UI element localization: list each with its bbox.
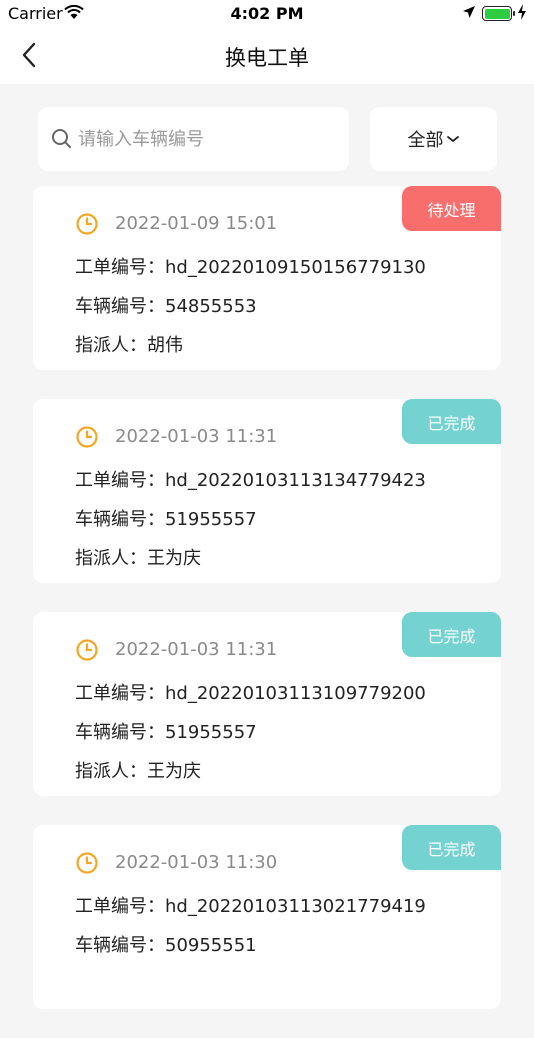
order-number: hd_20220103113109779200 [165,683,426,704]
order-time: 2022-01-03 11:31 [115,639,278,660]
order-card[interactable]: 已完成 2022-01-03 11:31 工单编号：hd_20220103113… [33,612,501,796]
assignee-row: 指派人：王为庆 [75,548,201,569]
filter-label: 全部 [407,130,444,151]
search-icon [52,129,71,148]
order-list: 待处理 2022-01-09 15:01 工单编号：hd_20220109150… [33,186,501,1038]
status-filter-dropdown[interactable]: 全部 [370,107,497,171]
assignee-row: 指派人：胡伟 [75,335,183,356]
vehicle-number-row: 车辆编号：51955557 [75,509,257,530]
order-number: hd_20220103113134779423 [165,470,426,491]
status-badge: 待处理 [402,186,501,231]
charging-bolt-icon [518,4,526,20]
clock-icon [76,426,98,448]
vehicle-number: 54855553 [165,296,257,317]
order-number: hd_20220103113021779419 [165,896,426,917]
order-card[interactable]: 已完成 2022-01-03 11:31 工单编号：hd_20220103113… [33,399,501,583]
clock-time: 4:02 PM [230,4,304,23]
order-card[interactable]: 待处理 2022-01-09 15:01 工单编号：hd_20220109150… [33,186,501,370]
search-box[interactable] [38,107,349,171]
order-time: 2022-01-03 11:30 [115,852,278,873]
search-input[interactable] [78,121,338,157]
vehicle-number-row: 车辆编号：50955551 [75,935,257,956]
vehicle-number: 50955551 [165,935,257,956]
assignee-name: 王为庆 [147,548,201,569]
status-badge: 已完成 [402,825,501,870]
location-arrow-icon [463,6,475,18]
order-number-row: 工单编号：hd_20220103113109779200 [75,683,426,704]
chevron-down-icon [446,136,459,143]
status-badge: 已完成 [402,399,501,444]
vehicle-number: 51955557 [165,722,257,743]
order-time: 2022-01-03 11:31 [115,426,278,447]
clock-icon [76,639,98,661]
assignee-name: 胡伟 [147,335,183,356]
clock-icon [76,852,98,874]
page-title: 换电工单 [225,46,309,70]
vehicle-number-row: 车辆编号：51955557 [75,722,257,743]
order-time: 2022-01-09 15:01 [115,213,278,234]
order-number-row: 工单编号：hd_20220109150156779130 [75,257,426,278]
order-number-row: 工单编号：hd_20220103113021779419 [75,896,426,917]
battery-icon [482,6,515,21]
order-card[interactable]: 已完成 2022-01-03 11:30 工单编号：hd_20220103113… [33,825,501,1009]
order-number: hd_20220109150156779130 [165,257,426,278]
order-number-row: 工单编号：hd_20220103113134779423 [75,470,426,491]
clock-icon [76,213,98,235]
vehicle-number: 51955557 [165,509,257,530]
nav-bar: 换电工单 [0,28,534,84]
status-bar: Carrier 4:02 PM [0,0,534,28]
vehicle-number-row: 车辆编号：54855553 [75,296,257,317]
status-badge: 已完成 [402,612,501,657]
assignee-row: 指派人：王为庆 [75,761,201,782]
assignee-name: 王为庆 [147,761,201,782]
